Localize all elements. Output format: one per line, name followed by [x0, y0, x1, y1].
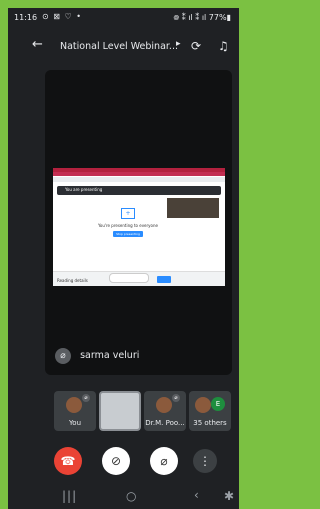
active-speaker: ⌀ sarma veluri: [55, 345, 140, 364]
mic-off-icon: ⌀: [82, 394, 90, 402]
browser-tabbar: [53, 172, 225, 176]
speaker-name: sarma veluri: [80, 350, 140, 361]
clock: 11:16: [14, 13, 38, 22]
home-icon[interactable]: ○: [126, 489, 136, 503]
camera-off-icon: ⊘: [110, 454, 122, 468]
stop-presenting-button: Stop presenting: [113, 231, 143, 237]
avatar-initial: E: [211, 397, 225, 411]
presenting-notice: + You're presenting to everyone Stop pre…: [93, 208, 163, 248]
app-bar: ← National Level Webinar... ▸ ⟳ ♫: [8, 34, 239, 60]
presenting-banner-text: You are presenting: [65, 187, 103, 192]
meeting-title[interactable]: National Level Webinar...: [60, 41, 182, 52]
mic-off-icon: ⌀: [55, 347, 71, 364]
mic-off-icon: ⌀: [160, 454, 168, 468]
system-status: ᪤ ⁑ ıl ⁑ ıl 77%▮: [173, 13, 231, 22]
participant-tiles: ⌀ You ⌀ Dr.M. Poo... E 35 others: [54, 391, 234, 435]
more-vert-icon: ⋮: [199, 454, 211, 468]
arrow-back-icon[interactable]: ←: [32, 37, 43, 52]
camera-toggle-button[interactable]: ⊘: [102, 447, 130, 475]
present-screen-icon: +: [121, 208, 135, 219]
end-call-icon: ☎: [60, 454, 76, 468]
main-video[interactable]: You are presenting + You're presenting t…: [45, 70, 232, 375]
headphones-icon[interactable]: ♫: [218, 39, 229, 53]
participant-tile-drm[interactable]: ⌀ Dr.M. Poo...: [144, 391, 186, 431]
phone-screen: 11:16 ⊙ ⊠ ♡ • ᪤ ⁑ ıl ⁑ ıl 77%▮ ← Nationa…: [8, 8, 239, 509]
video-feed: [101, 393, 139, 429]
participant-tile-video[interactable]: [99, 391, 141, 431]
accessibility-icon[interactable]: ✱: [224, 489, 234, 503]
mic-toggle-button[interactable]: ⌀: [150, 447, 178, 475]
browser-toolbar: [53, 177, 225, 182]
end-call-button[interactable]: ☎: [54, 447, 82, 475]
shared-screen: You are presenting + You're presenting t…: [53, 168, 225, 286]
avatar: [195, 397, 211, 413]
system-nav-bar: ||| ○ ‹ ✱: [8, 483, 239, 509]
nav-back-icon[interactable]: ‹: [194, 488, 199, 502]
more-options-button[interactable]: ⋮: [193, 449, 217, 473]
presenting-notice-text: You're presenting to everyone: [98, 223, 158, 228]
shared-bottom-bar: Reading details: [53, 271, 225, 286]
chevron-right-icon[interactable]: ▸: [176, 39, 181, 49]
participant-thumbnails: [167, 198, 219, 218]
switch-camera-icon[interactable]: ⟳: [191, 39, 201, 53]
avatar: [66, 397, 82, 413]
shared-blue-button: [157, 276, 171, 283]
participant-name: Dr.M. Poo...: [145, 419, 185, 427]
participant-name: You: [68, 419, 82, 427]
participant-count: 35 others: [193, 419, 227, 427]
status-bar: 11:16 ⊙ ⊠ ♡ • ᪤ ⁑ ıl ⁑ ıl 77%▮: [8, 8, 239, 26]
mic-off-icon: ⌀: [172, 394, 180, 402]
participant-tile-you[interactable]: ⌀ You: [54, 391, 96, 431]
recent-apps-icon[interactable]: |||: [62, 489, 77, 503]
call-controls: ☎ ⊘ ⌀ ⋮: [8, 447, 239, 481]
shared-control-pill: [109, 273, 149, 283]
avatar: [156, 397, 172, 413]
participant-tile-others[interactable]: E 35 others: [189, 391, 231, 431]
shared-bottom-text: Reading details: [57, 278, 88, 283]
notification-icons: ⊙ ⊠ ♡ •: [42, 12, 82, 21]
